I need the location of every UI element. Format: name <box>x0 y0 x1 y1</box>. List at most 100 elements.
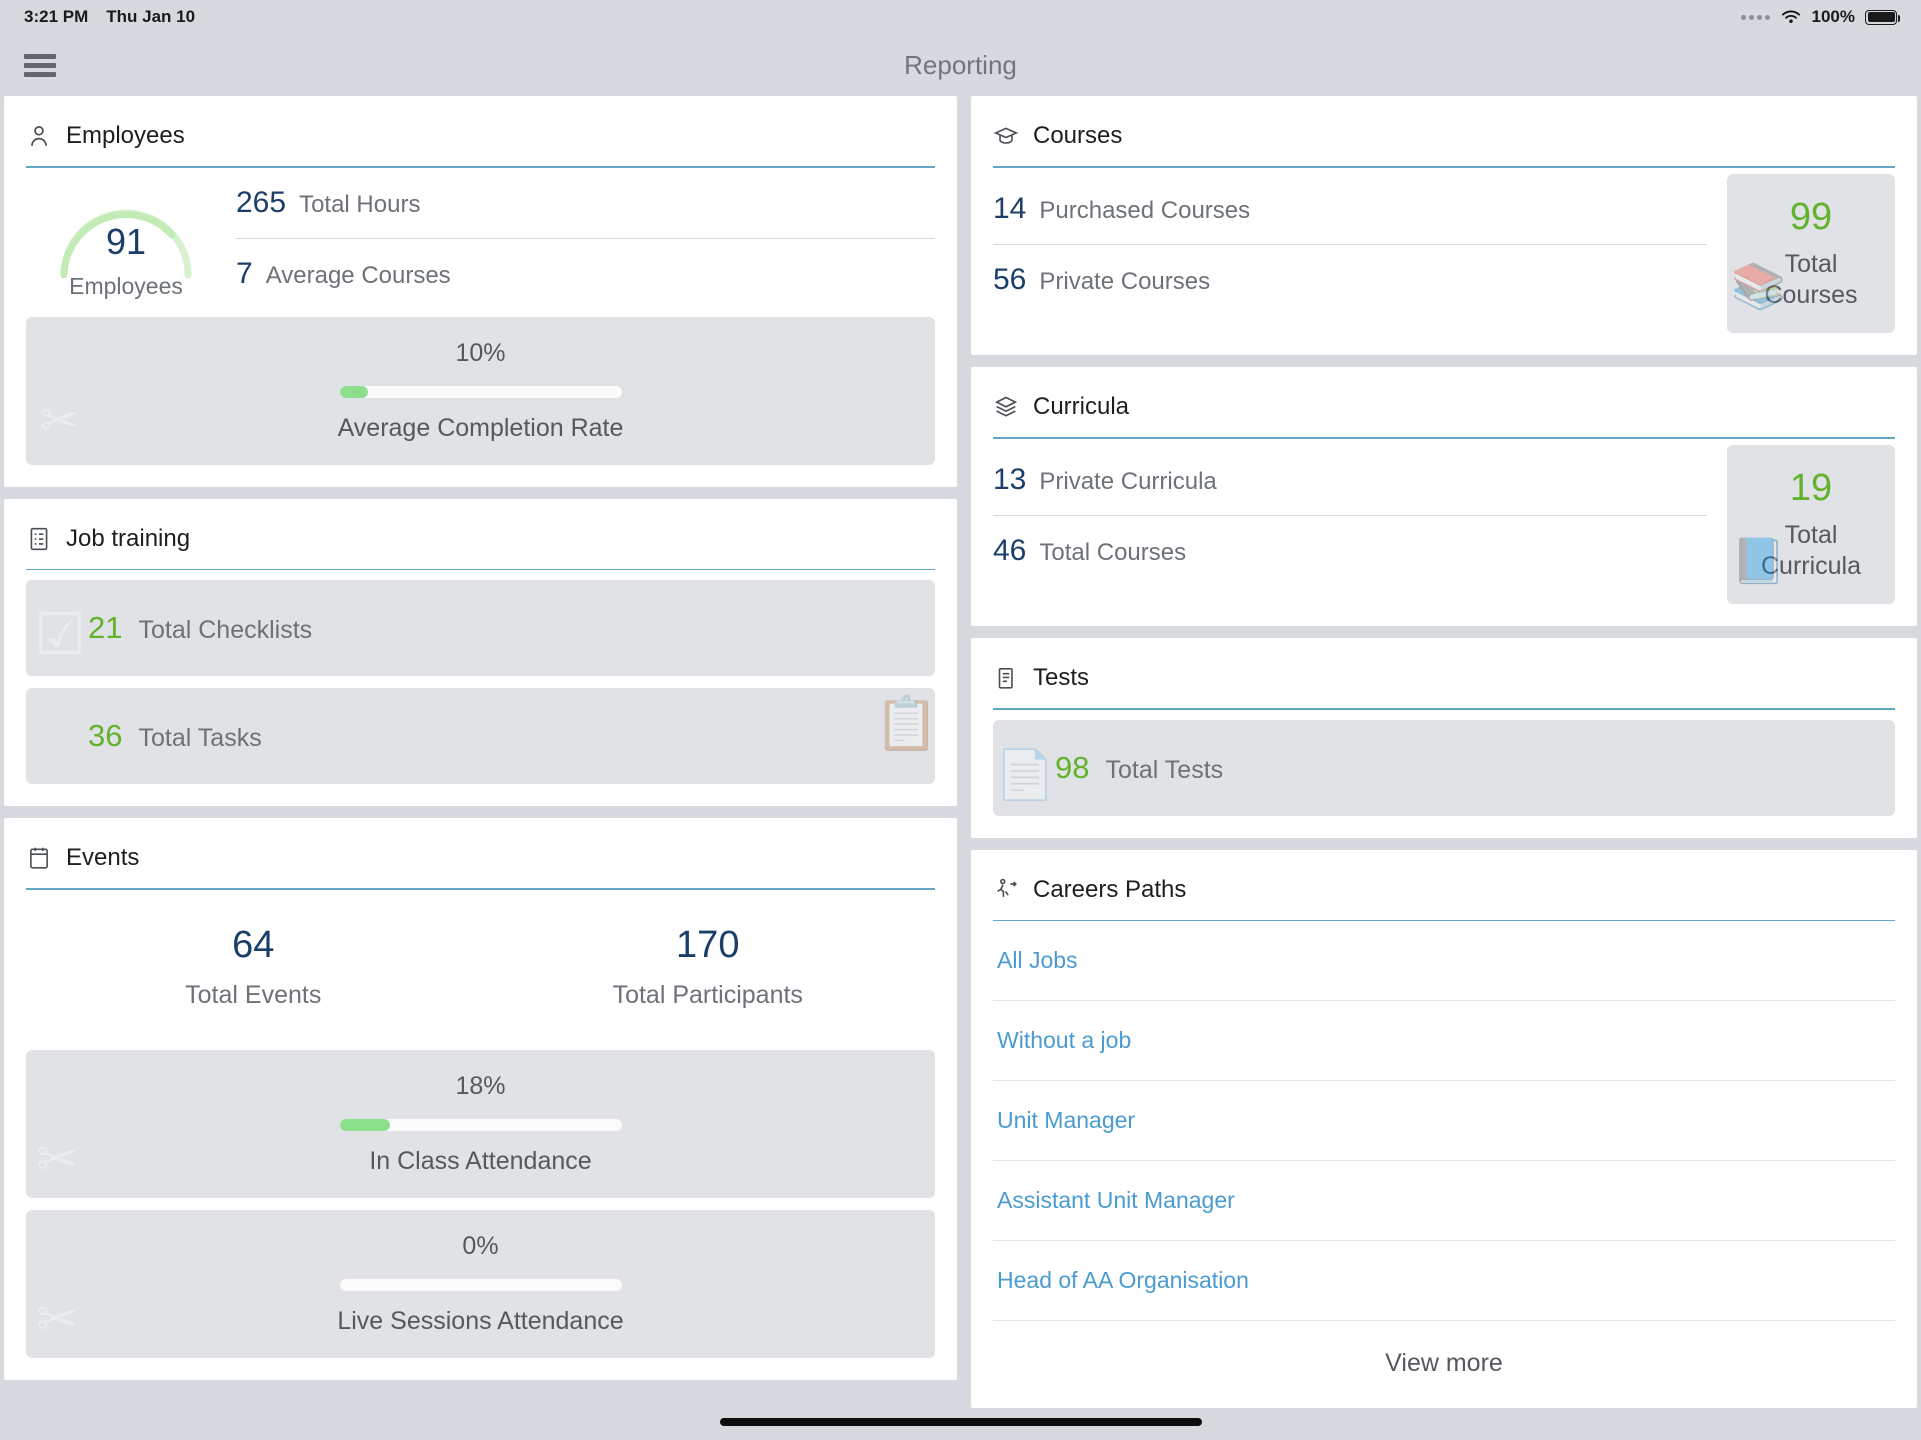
job-link-without-a-job[interactable]: Without a job <box>993 1001 1895 1081</box>
job-link-assistant-unit-manager[interactable]: Assistant Unit Manager <box>993 1161 1895 1241</box>
in-class-label: In Class Attendance <box>369 1146 592 1175</box>
live-sessions-percent: 0% <box>462 1231 499 1260</box>
total-participants-label: Total Participants <box>612 980 803 1009</box>
total-curricula-label-line2: Curricula <box>1760 551 1862 580</box>
courses-card: Courses 14 Purchased Courses 56 Private … <box>971 96 1917 355</box>
employees-title: Employees <box>66 122 185 149</box>
job-link-all-jobs[interactable]: All Jobs <box>993 921 1895 1001</box>
stat-value: 46 <box>993 533 1027 567</box>
career-path-icon <box>993 877 1019 903</box>
left-column: Employees 91 Employees 265 Total Hours 7… <box>4 96 957 1380</box>
battery-icon <box>1865 9 1900 25</box>
courses-title: Courses <box>1033 122 1123 149</box>
total-checklists-tile: ☑ 21 Total Checklists <box>26 580 935 676</box>
careers-paths-title: Careers Paths <box>1033 875 1187 903</box>
curricula-rule <box>993 437 1895 439</box>
stat-row: 14 Purchased Courses <box>993 174 1707 244</box>
curricula-stats: 13 Private Curricula 46 Total Courses <box>993 445 1707 605</box>
careers-paths-list: All Jobs Without a job Unit Manager Assi… <box>993 921 1895 1321</box>
stat-value: 56 <box>993 262 1027 296</box>
events-title: Events <box>66 844 140 871</box>
curricula-card: Curricula 13 Private Curricula 46 Total … <box>971 367 1917 626</box>
careers-paths-card: Careers Paths All Jobs Without a job Uni… <box>971 849 1917 1408</box>
total-participants-stat: 170 Total Participants <box>481 924 936 1010</box>
dashboard-content: Employees 91 Employees 265 Total Hours 7… <box>0 96 1921 1408</box>
employees-card: Employees 91 Employees 265 Total Hours 7… <box>4 96 957 487</box>
tile-stat-row: 98 Total Tests <box>993 720 1895 816</box>
right-column: Courses 14 Purchased Courses 56 Private … <box>971 96 1917 1408</box>
status-time: 3:21 PM <box>24 7 89 26</box>
status-bar: 3:21 PM Thu Jan 10 100% <box>0 0 1921 34</box>
status-date: Thu Jan 10 <box>106 7 196 26</box>
total-courses-label-line2: Courses <box>1764 280 1858 309</box>
navigation-bar: Reporting <box>0 34 1921 96</box>
wifi-icon <box>1780 9 1802 25</box>
tests-card: Tests 📄 98 Total Tests <box>971 638 1917 838</box>
stat-label: Average Courses <box>265 261 451 289</box>
calendar-icon <box>26 845 52 871</box>
curricula-title: Curricula <box>1033 393 1130 420</box>
events-card: Events 64 Total Events 170 Total Partici… <box>4 818 957 1380</box>
total-events-label: Total Events <box>185 980 322 1009</box>
battery-percent: 100% <box>1811 7 1855 26</box>
home-indicator <box>0 1418 1921 1426</box>
employees-stats: 265 Total Hours 7 Average Courses <box>226 168 935 309</box>
job-training-card: Job training ☑ 21 Total Checklists 📋 36 … <box>4 498 957 806</box>
checklist-icon <box>26 526 52 552</box>
curricula-icon <box>993 394 1019 420</box>
total-tests-tile: 📄 98 Total Tests <box>993 719 1895 816</box>
total-tasks-tile: 📋 36 Total Tasks <box>26 688 935 784</box>
in-class-progress-bar <box>339 1118 622 1131</box>
job-link-unit-manager[interactable]: Unit Manager <box>993 1081 1895 1161</box>
total-events-value: 64 <box>232 923 275 966</box>
completion-percent: 10% <box>455 338 506 367</box>
stat-label: Private Curricula <box>1039 467 1217 495</box>
hamburger-menu-icon[interactable] <box>24 53 56 77</box>
total-curricula-value: 19 <box>1789 466 1833 509</box>
courses-stats: 14 Purchased Courses 56 Private Courses <box>993 174 1707 334</box>
average-completion-tile: ✂ 10% Average Completion Rate <box>26 316 935 465</box>
test-document-icon <box>993 665 1019 691</box>
employees-gauge: 91 Employees <box>26 168 226 309</box>
stat-row: 7 Average Courses <box>236 239 935 309</box>
stat-row: 13 Private Curricula <box>993 445 1707 515</box>
total-participants-value: 170 <box>676 923 740 966</box>
page-title: Reporting <box>904 49 1017 80</box>
signal-dots-icon <box>1740 14 1770 20</box>
tile-value: 36 <box>88 718 123 753</box>
courses-rule <box>993 166 1895 168</box>
employees-gauge-value: 91 <box>105 220 147 262</box>
total-events-stat: 64 Total Events <box>26 924 481 1010</box>
tile-label: Total Tasks <box>138 724 262 752</box>
events-totals: 64 Total Events 170 Total Participants <box>26 890 935 1050</box>
stat-value: 14 <box>993 191 1027 225</box>
stat-value: 13 <box>993 462 1027 496</box>
live-sessions-progress-bar <box>339 1278 622 1291</box>
view-more-button[interactable]: View more <box>993 1321 1895 1386</box>
in-class-attendance-tile: ✂ 18% In Class Attendance <box>26 1049 935 1198</box>
stat-row: 46 Total Courses <box>993 516 1707 586</box>
completion-progress-bar <box>339 385 622 398</box>
completion-label: Average Completion Rate <box>337 413 624 442</box>
live-sessions-label: Live Sessions Attendance <box>337 1306 624 1335</box>
job-link-head-of-aa-organisation[interactable]: Head of AA Organisation <box>993 1241 1895 1321</box>
tile-stat-row: 36 Total Tasks <box>26 688 935 784</box>
stat-label: Private Courses <box>1039 267 1211 295</box>
tests-rule <box>993 708 1895 710</box>
stat-label: Total Courses <box>1039 538 1187 566</box>
total-courses-label-line1: Total <box>1784 249 1838 278</box>
tile-value: 21 <box>88 610 123 645</box>
stat-label: Total Hours <box>299 190 421 218</box>
stat-value: 265 <box>236 185 287 219</box>
tests-title: Tests <box>1033 664 1090 691</box>
in-class-percent: 18% <box>455 1071 506 1100</box>
graduation-cap-icon <box>993 123 1019 149</box>
total-curricula-label-line1: Total <box>1784 520 1838 549</box>
stat-label: Purchased Courses <box>1039 196 1251 224</box>
stat-row: 56 Private Courses <box>993 245 1707 315</box>
total-courses-tile: 📚 99 Total Courses <box>1727 173 1895 333</box>
stat-value: 7 <box>236 256 253 290</box>
tile-stat-row: 21 Total Checklists <box>26 580 935 676</box>
tile-label: Total Checklists <box>138 616 313 644</box>
total-courses-value: 99 <box>1789 195 1833 238</box>
